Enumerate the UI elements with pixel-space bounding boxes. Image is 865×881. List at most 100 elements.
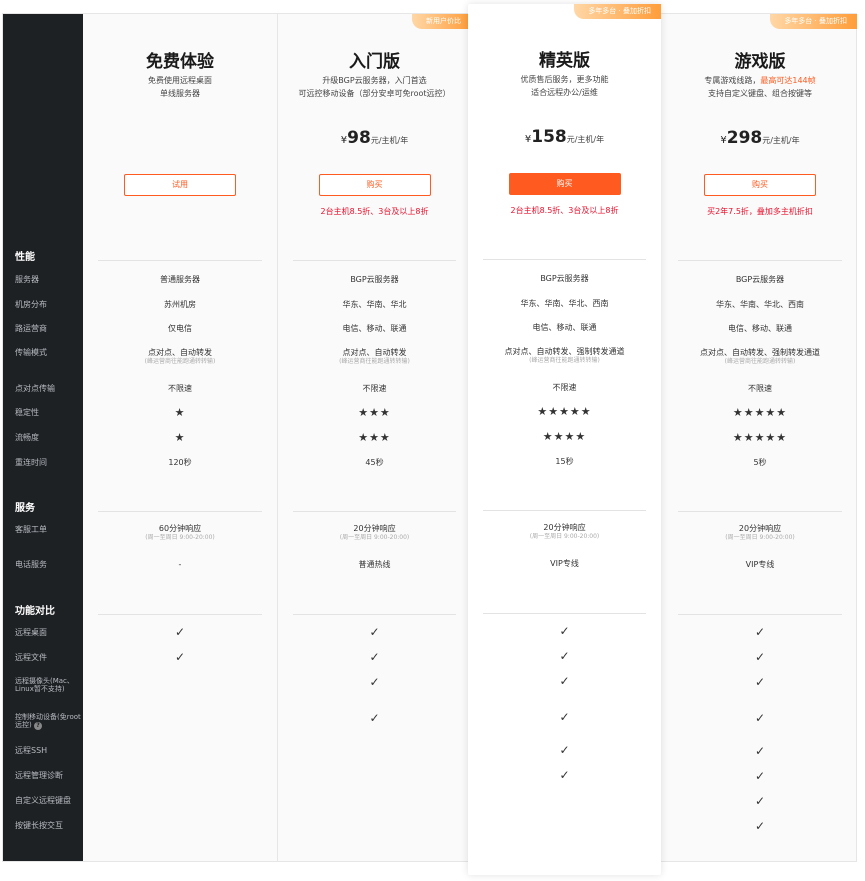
section-features: 功能对比 <box>15 606 55 617</box>
cell-server: BGP云服务器 <box>540 274 589 283</box>
plan-action-button[interactable]: 购买 <box>704 174 816 196</box>
price-unit: 元/主机/年 <box>566 135 605 144</box>
cell-server: 普通服务器 <box>160 275 200 284</box>
row-label-carrier: 路运营商 <box>15 324 47 333</box>
cell-transfer-text: 点对点、自动转发、强制转发通道 <box>504 347 625 356</box>
plan-desc-highlight: 最高可达144帧 <box>760 76 816 85</box>
cell-reconnect: 5秒 <box>753 458 767 467</box>
section-service: 服务 <box>15 503 35 514</box>
plan-action-button[interactable]: 购买 <box>318 174 431 196</box>
plan-column-elite: 多年多台 · 叠加折扣 精英版 优质售后服务，更多功能 适合远程办公/运维 ¥1… <box>468 4 661 875</box>
cell-smoothness-stars: ★★★★★ <box>732 431 788 444</box>
cell-transfer: 点对点、自动转发、强制转发通道 (峰运营商往能跑通转转输) <box>468 347 661 365</box>
cell-transfer-note: (峰运营商往能跑通转转输) <box>144 358 216 365</box>
cell-p2p: 不限速 <box>552 383 577 392</box>
divider <box>483 510 646 511</box>
feature-sidebar: 性能 服务器 机房分布 路运营商 传输模式 点对点传输 稳定性 流畅度 重连时间… <box>3 14 83 861</box>
row-label-p2p: 点对点传输 <box>15 384 55 393</box>
check-icon: ✓ <box>754 675 766 689</box>
divider <box>678 614 842 615</box>
divider <box>98 260 262 261</box>
cell-transfer-note: (峰运营商往能跑通转转输) <box>339 358 410 365</box>
cell-transfer-note: (峰运营商往能跑通转转输) <box>529 357 600 364</box>
cell-ticket: 20分钟响应 (周一至周日 9:00-20:00) <box>278 524 471 542</box>
plan-desc-text: 专属游戏线路， <box>704 76 761 85</box>
cell-ticket-text: 60分钟响应 <box>158 524 202 533</box>
plan-desc-line1: 优质售后服务，更多功能 <box>520 75 609 84</box>
cell-p2p: 不限速 <box>168 384 192 393</box>
plan-description: 升级BGP云服务器，入门首选 可远控移动设备（部分安卓可免root远控） <box>278 74 471 100</box>
plan-name: 游戏版 <box>734 52 786 72</box>
plan-badge: 多年多台 · 叠加折扣 <box>574 4 661 19</box>
plan-desc-line2: 可远控移动设备（部分安卓可免root远控） <box>298 89 451 98</box>
plan-column-free: 免费体验 免费使用远程桌面 单线服务器 试用 普通服务器 苏州机房 仅电信 点对… <box>83 14 277 861</box>
plan-desc-line1: 升级BGP云服务器，入门首选 <box>322 76 427 85</box>
plan-name: 入门版 <box>349 52 400 72</box>
check-icon: ✓ <box>559 768 570 782</box>
help-icon[interactable]: ? <box>33 722 42 730</box>
plan-desc-line2: 单线服务器 <box>160 89 200 98</box>
cell-stability-stars: ★★★ <box>358 406 391 419</box>
cell-phone: VIP专线 <box>550 559 579 568</box>
cell-stability-stars: ★★★★★ <box>732 406 788 419</box>
row-label-longpress: 按键长按交互 <box>15 821 63 830</box>
plan-action-button[interactable]: 试用 <box>124 174 236 196</box>
cell-datacenter: 华东、华南、华北 <box>342 300 407 309</box>
cell-stability-stars: ★ <box>174 406 186 419</box>
plan-name: 精英版 <box>539 51 590 71</box>
row-label-smoothness: 流畅度 <box>15 433 39 442</box>
price-amount: 298 <box>726 128 763 148</box>
check-icon: ✓ <box>559 674 570 688</box>
divider <box>293 614 456 615</box>
check-icon: ✓ <box>174 625 186 639</box>
plan-promo: 2台主机8.5折、3台及以上8折 <box>510 206 619 215</box>
row-label-reconnect: 重连时间 <box>15 458 47 467</box>
cell-transfer: 点对点、自动转发 (峰运营商往能跑通转转输) <box>278 348 471 366</box>
cell-reconnect: 15秒 <box>555 457 574 466</box>
pricing-table: 性能 服务器 机房分布 路运营商 传输模式 点对点传输 稳定性 流畅度 重连时间… <box>2 13 857 862</box>
check-icon: ✓ <box>754 744 766 758</box>
plan-description: 免费使用远程桌面 单线服务器 <box>83 74 277 100</box>
cell-transfer-note: (峰运营商往能跑通转转输) <box>724 358 796 365</box>
check-icon: ✓ <box>369 625 380 639</box>
divider <box>98 511 262 512</box>
row-label-server: 服务器 <box>15 275 39 284</box>
row-label-remote-file: 远程文件 <box>15 653 47 662</box>
check-icon: ✓ <box>754 794 766 808</box>
plan-desc-line2: 适合远程办公/运维 <box>531 88 598 97</box>
plan-badge: 新用户价比 <box>412 14 471 29</box>
price-amount: 98 <box>347 128 371 148</box>
cell-transfer-text: 点对点、自动转发 <box>148 348 212 357</box>
row-label-ticket: 客服工单 <box>15 525 47 534</box>
check-icon: ✓ <box>754 625 766 639</box>
cell-ticket-note: (周一至周日 9:00-20:00) <box>529 533 600 540</box>
check-icon: ✓ <box>369 711 380 725</box>
cell-ticket-note: (周一至周日 9:00-20:00) <box>725 534 795 541</box>
cell-ticket: 20分钟响应 (周一至周日 9:00-20:00) <box>468 523 661 541</box>
row-label-diag: 远程管理诊断 <box>15 771 63 780</box>
check-icon: ✓ <box>559 624 570 638</box>
cell-carrier: 电信、移动、联通 <box>728 324 792 333</box>
cell-smoothness-stars: ★★★ <box>358 431 391 444</box>
plan-price: ¥98元/主机/年 <box>278 128 471 148</box>
cell-smoothness-stars: ★★★★ <box>542 430 587 443</box>
cell-ticket: 20分钟响应 (周一至周日 9:00-20:00) <box>663 524 857 542</box>
cell-transfer-text: 点对点、自动转发、强制转发通道 <box>700 348 820 357</box>
divider <box>98 614 262 615</box>
row-label-transfer: 传输模式 <box>15 348 47 357</box>
divider <box>678 511 842 512</box>
cell-transfer: 点对点、自动转发 (峰运营商往能跑通转转输) <box>83 348 277 366</box>
plan-action-button[interactable]: 购买 <box>508 173 621 195</box>
plan-column-gaming: 多年多台 · 叠加折扣 游戏版 专属游戏线路，最高可达144帧 支持自定义键盘、… <box>663 14 857 861</box>
cell-reconnect: 45秒 <box>365 458 384 467</box>
row-label-remote-camera: 远程摄像头(Mac、Linux暂不支持) <box>15 677 74 693</box>
price-unit: 元/主机/年 <box>370 136 409 145</box>
divider <box>293 260 456 261</box>
section-performance: 性能 <box>15 252 35 263</box>
check-icon: ✓ <box>754 650 766 664</box>
cell-reconnect: 120秒 <box>168 458 192 467</box>
cell-carrier: 仅电信 <box>168 324 192 333</box>
row-label-stability: 稳定性 <box>15 408 39 417</box>
plan-desc-line2: 支持自定义键盘、组合按键等 <box>708 89 812 98</box>
cell-ticket-text: 20分钟响应 <box>543 523 586 532</box>
